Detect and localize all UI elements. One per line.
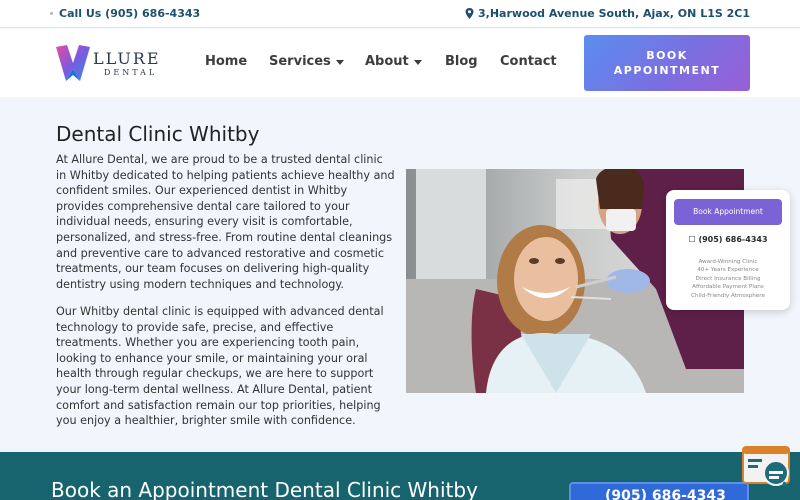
logo-mark-icon	[56, 45, 90, 81]
book-button-line2: APPOINTMENT	[613, 64, 721, 77]
main-header: LLURE DENTAL Home Services About Blog Co…	[0, 29, 800, 97]
widget-book-appointment-button[interactable]: Book Appointment	[674, 199, 782, 225]
feature-item: Direct Insurance Billing	[695, 275, 761, 282]
widget-phone-number: (905) 686-4343	[698, 235, 768, 244]
appointment-cta-band: Book an Appointment Dental Clinic Whitby…	[0, 452, 800, 500]
cta-phone-button[interactable]: (905) 686-4343	[569, 482, 749, 500]
nav-about[interactable]: About	[365, 54, 422, 69]
nav-contact[interactable]: Contact	[500, 54, 557, 69]
feature-item: Affordable Payment Plans	[692, 284, 764, 291]
cta-title: Book an Appointment Dental Clinic Whitby	[51, 478, 478, 500]
chevron-down-icon	[335, 60, 344, 65]
logo-subtitle: DENTAL	[104, 68, 158, 77]
nav-services[interactable]: Services	[269, 54, 344, 69]
page-title: Dental Clinic Whitby	[56, 122, 260, 146]
feature-item: 40+ Years Experience	[697, 267, 759, 274]
logo-name: LLURE	[93, 49, 161, 68]
nav-home-label: Home	[205, 54, 248, 69]
topbar-address[interactable]: 3,Harwood Avenue South, Ajax, ON L1S 2C1	[465, 7, 750, 20]
widget-phone-link[interactable]: ☐ (905) 686-4343	[666, 235, 790, 244]
nav-contact-label: Contact	[500, 54, 557, 69]
feature-item: Award-Winning Clinic	[698, 259, 758, 265]
site-logo[interactable]: LLURE DENTAL	[54, 43, 174, 83]
nav-about-label: About	[365, 54, 409, 69]
bullet-dot	[50, 12, 53, 15]
nav-blog[interactable]: Blog	[445, 54, 478, 69]
topbar-address-text: 3,Harwood Avenue South, Ajax, ON L1S 2C1	[478, 7, 750, 20]
nav-services-label: Services	[269, 54, 331, 69]
topbar-phone-link[interactable]: Call Us (905) 686-4343	[59, 7, 200, 20]
chevron-down-icon	[413, 60, 422, 65]
clinic-paragraph: Our Whitby dental clinic is equipped wit…	[56, 305, 384, 428]
contact-widget: Book Appointment ☐ (905) 686-4343 Award-…	[666, 190, 790, 310]
intro-paragraph: At Allure Dental, we are proud to be a t…	[56, 153, 395, 291]
widget-features-list: Award-Winning Clinic 40+ Years Experienc…	[666, 258, 790, 300]
top-info-bar: Call Us (905) 686-4343 3,Harwood Avenue …	[0, 0, 800, 28]
book-button-line1: BOOK	[646, 49, 688, 62]
phone-icon: ☐	[688, 235, 696, 244]
chat-support-icon[interactable]	[740, 445, 792, 491]
nav-blog-label: Blog	[445, 54, 478, 69]
book-appointment-button[interactable]: BOOK APPOINTMENT	[584, 35, 750, 91]
nav-home[interactable]: Home	[205, 54, 247, 69]
feature-item: Child-Friendly Atmosphere	[691, 292, 765, 299]
map-pin-icon	[465, 8, 474, 19]
